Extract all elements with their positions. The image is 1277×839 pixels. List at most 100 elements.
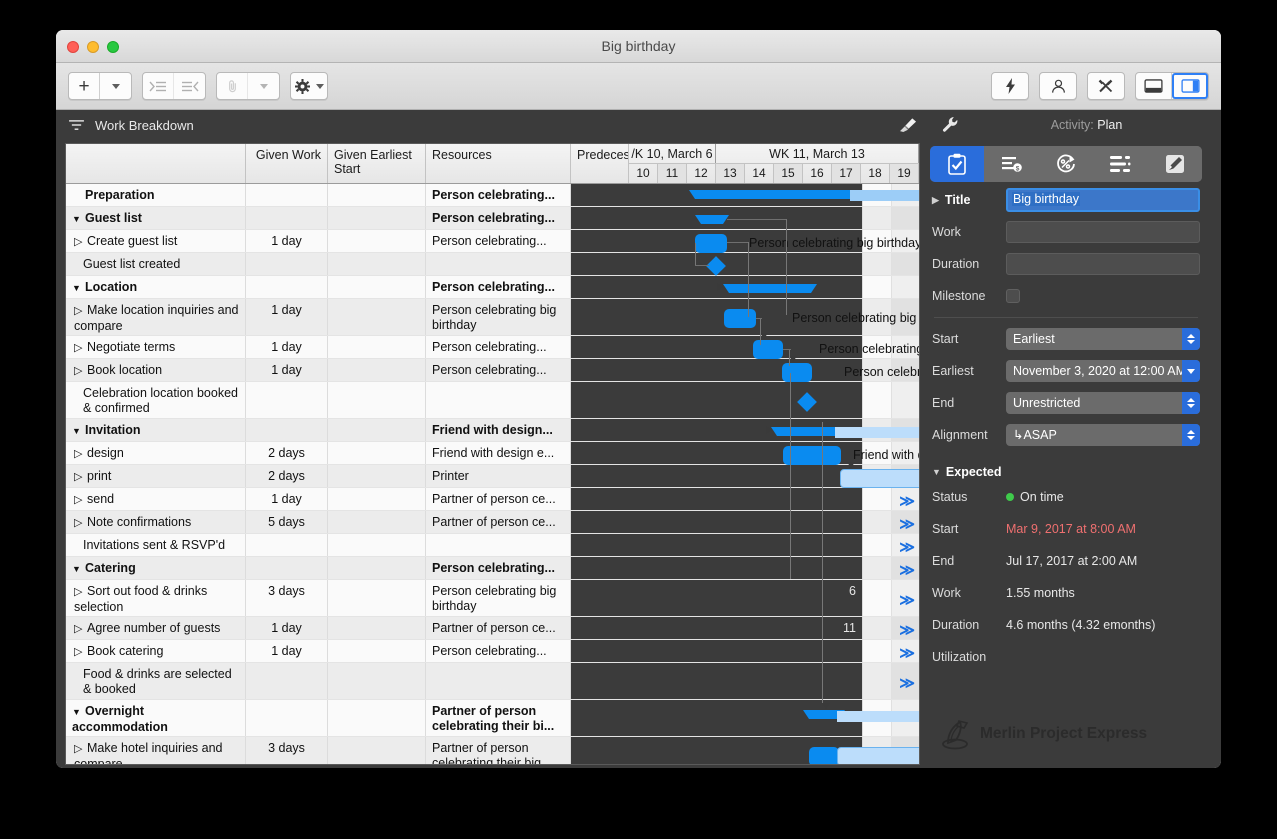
row-gantt-cell[interactable] xyxy=(863,419,919,441)
work-input[interactable] xyxy=(1006,221,1200,243)
disclosure-triangle-icon[interactable] xyxy=(74,341,85,356)
row-name-cell[interactable]: Invitation xyxy=(66,419,246,441)
row-gantt-cell[interactable] xyxy=(863,640,919,662)
attachment-button[interactable] xyxy=(217,73,248,99)
header-resources[interactable]: Resources xyxy=(426,144,571,183)
row-gantt-cell[interactable] xyxy=(863,299,919,335)
row-work-cell[interactable]: 1 day xyxy=(246,488,328,510)
row-earliest-cell[interactable] xyxy=(328,580,426,616)
table-row[interactable]: Guest list Person celebrating... xyxy=(66,207,919,230)
row-predecessors-cell[interactable] xyxy=(571,184,863,206)
title-input[interactable]: Big birthday xyxy=(1006,188,1200,212)
row-resources-cell[interactable]: Person celebrating... xyxy=(426,230,571,252)
row-predecessors-cell[interactable] xyxy=(571,640,863,662)
row-gantt-cell[interactable] xyxy=(863,382,919,418)
row-resources-cell[interactable]: Partner of person celebrating their big.… xyxy=(426,737,571,765)
row-resources-cell[interactable]: Partner of person celebrating their bi..… xyxy=(426,700,571,736)
header-predecessors[interactable]: Predeces xyxy=(571,144,629,183)
row-resources-cell[interactable] xyxy=(426,253,571,275)
row-predecessors-cell[interactable] xyxy=(571,299,863,335)
bottom-panel-button[interactable] xyxy=(1136,73,1172,99)
row-predecessors-cell[interactable] xyxy=(571,442,863,464)
row-resources-cell[interactable]: Person celebrating big birthday xyxy=(426,580,571,616)
row-predecessors-cell[interactable] xyxy=(571,253,863,275)
table-row[interactable]: Make location inquiries and compare1 day… xyxy=(66,299,919,336)
disclosure-triangle-icon[interactable] xyxy=(72,212,83,227)
row-gantt-cell[interactable] xyxy=(863,336,919,358)
disclosure-triangle-icon[interactable] xyxy=(74,447,85,462)
row-resources-cell[interactable]: Partner of person ce... xyxy=(426,488,571,510)
disclosure-triangle-icon[interactable] xyxy=(74,235,85,250)
tab-info[interactable] xyxy=(930,146,984,182)
row-earliest-cell[interactable] xyxy=(328,419,426,441)
row-work-cell[interactable] xyxy=(246,382,328,418)
row-resources-cell[interactable]: Person celebrating... xyxy=(426,640,571,662)
end-select[interactable]: Unrestricted xyxy=(1006,392,1200,414)
table-row[interactable]: InvitationFriend with design... xyxy=(66,419,919,442)
row-earliest-cell[interactable] xyxy=(328,737,426,765)
disclosure-triangle-icon[interactable] xyxy=(74,622,85,637)
paintbrush-icon[interactable] xyxy=(899,116,918,138)
row-work-cell[interactable]: 5 days xyxy=(246,511,328,533)
row-work-cell[interactable]: 1 day xyxy=(246,640,328,662)
row-gantt-cell[interactable] xyxy=(863,617,919,639)
row-resources-cell[interactable]: Person celebrating... xyxy=(426,557,571,579)
row-predecessors-cell[interactable] xyxy=(571,336,863,358)
milestone-checkbox[interactable] xyxy=(1006,289,1020,303)
row-resources-cell[interactable]: Partner of person ce... xyxy=(426,511,571,533)
row-resources-cell[interactable]: Person celebrating big birthday xyxy=(426,299,571,335)
row-name-cell[interactable]: Agree number of guests xyxy=(66,617,246,639)
table-row[interactable]: design2 daysFriend with design e... xyxy=(66,442,919,465)
row-earliest-cell[interactable] xyxy=(328,534,426,556)
row-predecessors-cell[interactable] xyxy=(571,382,863,418)
row-work-cell[interactable] xyxy=(246,700,328,736)
table-row[interactable]: Guest list created xyxy=(66,253,919,276)
table-row[interactable]: PreparationPerson celebrating... xyxy=(66,184,919,207)
row-resources-cell[interactable] xyxy=(426,534,571,556)
indent-left-button[interactable] xyxy=(174,73,205,99)
row-predecessors-cell[interactable] xyxy=(571,419,863,441)
table-row[interactable]: Overnight accommodationPartner of person… xyxy=(66,700,919,737)
row-predecessors-cell[interactable] xyxy=(571,557,863,579)
row-predecessors-cell[interactable] xyxy=(571,276,863,298)
row-name-cell[interactable]: Create guest list xyxy=(66,230,246,252)
row-predecessors-cell[interactable] xyxy=(571,207,863,229)
add-row-button[interactable]: + xyxy=(69,73,100,99)
row-name-cell[interactable]: send xyxy=(66,488,246,510)
row-gantt-cell[interactable] xyxy=(863,663,919,699)
table-row[interactable]: Celebration location booked & confirmed xyxy=(66,382,919,419)
row-resources-cell[interactable]: Person celebrating... xyxy=(426,336,571,358)
row-resources-cell[interactable]: Person celebrating... xyxy=(426,207,571,229)
tools-button[interactable] xyxy=(1088,73,1124,99)
row-resources-cell[interactable]: Printer xyxy=(426,465,571,487)
row-earliest-cell[interactable] xyxy=(328,557,426,579)
table-row[interactable]: Book location1 dayPerson celebrating... xyxy=(66,359,919,382)
row-predecessors-cell[interactable] xyxy=(571,700,863,736)
row-name-cell[interactable]: Guest list xyxy=(66,207,246,229)
disclosure-triangle-icon[interactable] xyxy=(74,364,85,379)
row-gantt-cell[interactable] xyxy=(863,184,919,206)
row-gantt-cell[interactable] xyxy=(863,700,919,736)
row-predecessors-cell[interactable] xyxy=(571,465,863,487)
tab-costs[interactable]: $ xyxy=(984,146,1038,182)
wrench-icon[interactable] xyxy=(942,116,959,138)
row-resources-cell[interactable]: Friend with design e... xyxy=(426,442,571,464)
duration-input[interactable] xyxy=(1006,253,1200,275)
row-work-cell[interactable] xyxy=(246,663,328,699)
row-name-cell[interactable]: design xyxy=(66,442,246,464)
tab-notes[interactable] xyxy=(1148,146,1202,182)
table-row[interactable]: LocationPerson celebrating... xyxy=(66,276,919,299)
row-predecessors-cell[interactable]: 11 xyxy=(571,617,863,639)
attachment-menu-button[interactable] xyxy=(248,73,279,99)
row-predecessors-cell[interactable] xyxy=(571,230,863,252)
row-name-cell[interactable]: Book catering xyxy=(66,640,246,662)
row-name-cell[interactable]: Food & drinks are selected & booked xyxy=(66,663,246,699)
row-earliest-cell[interactable] xyxy=(328,640,426,662)
row-work-cell[interactable] xyxy=(246,253,328,275)
table-row[interactable]: Sort out food & drinks selection3 daysPe… xyxy=(66,580,919,617)
table-row[interactable]: send1 day Partner of person ce... xyxy=(66,488,919,511)
row-earliest-cell[interactable] xyxy=(328,253,426,275)
row-earliest-cell[interactable] xyxy=(328,511,426,533)
stepper-icon[interactable] xyxy=(1182,392,1200,414)
row-earliest-cell[interactable] xyxy=(328,299,426,335)
